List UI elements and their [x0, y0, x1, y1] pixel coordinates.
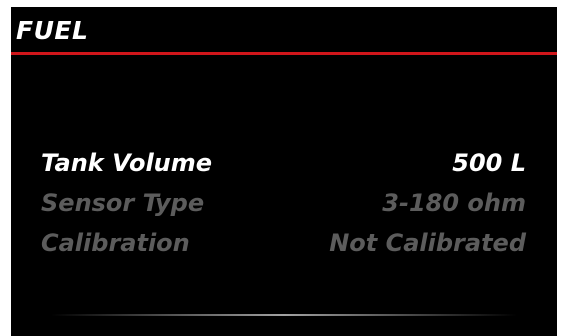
- setting-row-calibration[interactable]: Calibration Not Calibrated: [11, 223, 557, 263]
- setting-row-tank-volume[interactable]: Tank Volume 500 L: [11, 143, 557, 183]
- display-screen: FUEL Tank Volume 500 L Sensor Type 3-180…: [11, 7, 557, 336]
- setting-row-sensor-type[interactable]: Sensor Type 3-180 ohm: [11, 183, 557, 223]
- tank-volume-label: Tank Volume: [41, 149, 213, 177]
- sensor-type-value: 3-180 ohm: [382, 189, 526, 217]
- header-divider: [11, 52, 557, 55]
- sensor-type-label: Sensor Type: [41, 189, 205, 217]
- page-title: FUEL: [16, 16, 89, 45]
- calibration-value: Not Calibrated: [329, 229, 526, 257]
- tank-volume-value: 500 L: [452, 149, 526, 177]
- bottom-divider: [51, 314, 517, 316]
- header-bar: FUEL: [11, 7, 557, 55]
- calibration-label: Calibration: [41, 229, 190, 257]
